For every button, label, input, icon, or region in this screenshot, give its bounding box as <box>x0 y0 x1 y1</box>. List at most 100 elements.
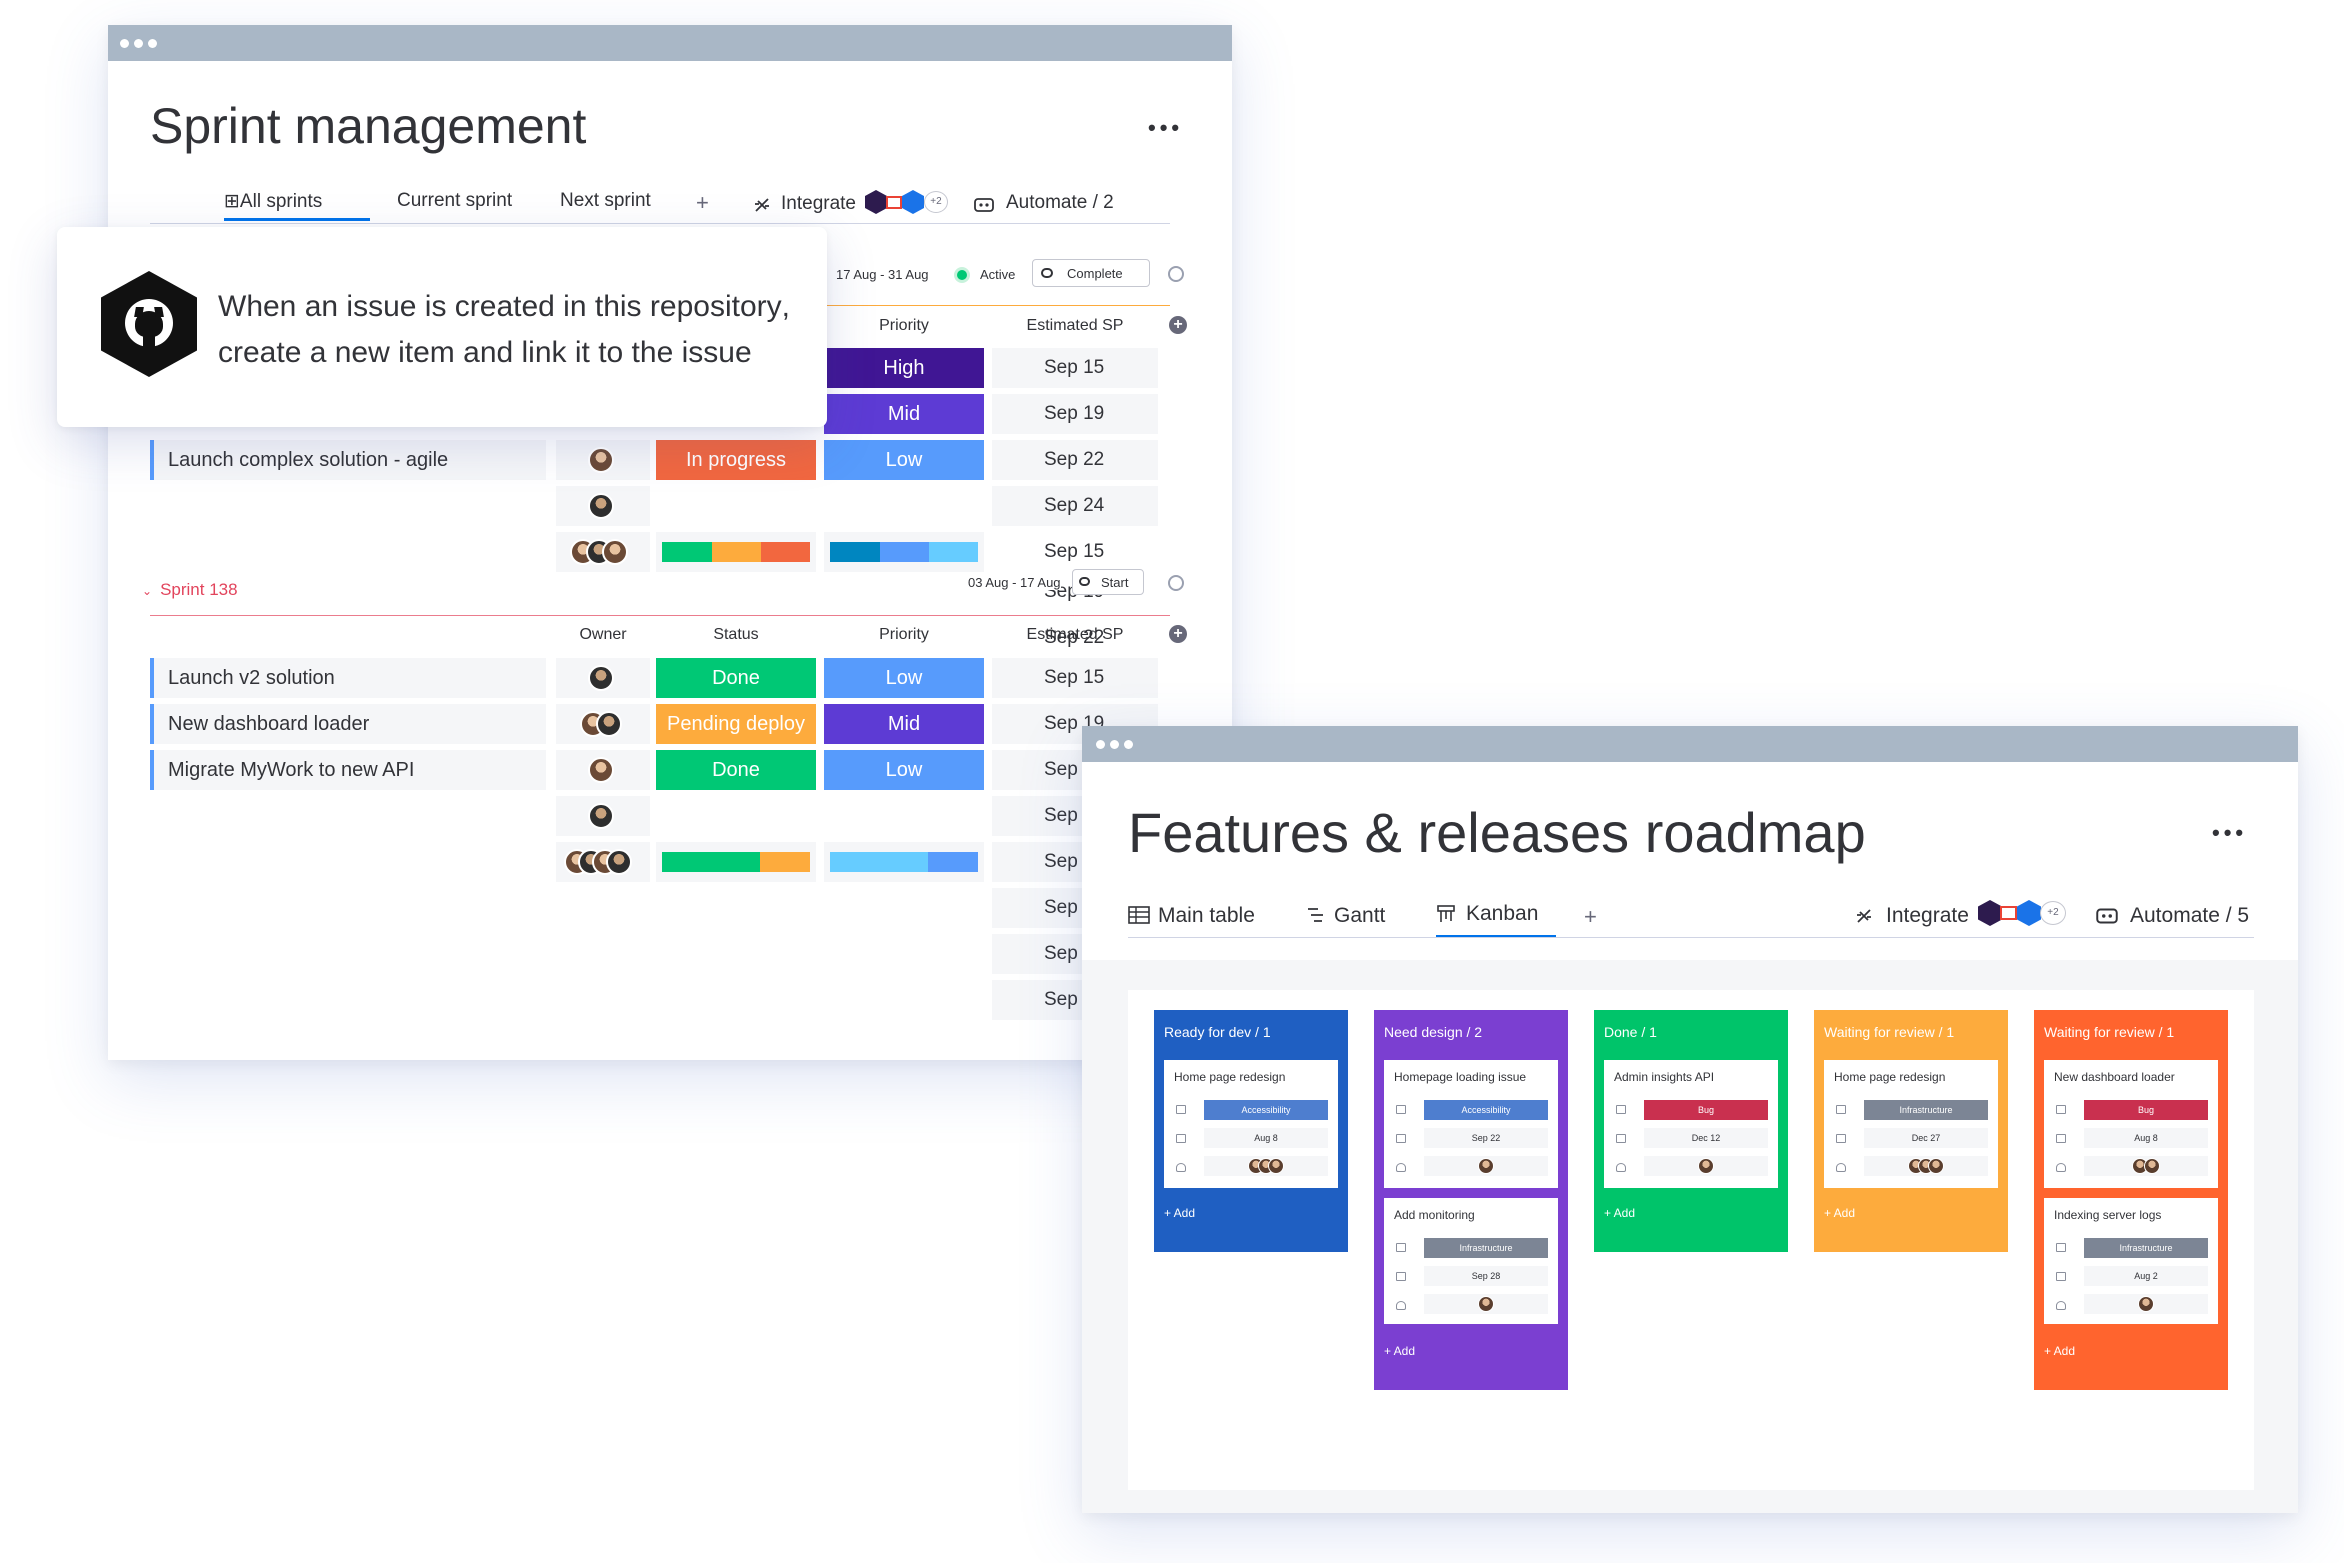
add-view-button[interactable]: + <box>696 190 709 216</box>
card-date[interactable]: Dec 12 <box>1644 1128 1768 1148</box>
tag-icon <box>1396 1243 1406 1252</box>
item-name[interactable]: Launch complex solution - agile <box>150 440 546 480</box>
integrations-count-badge[interactable]: +2 <box>924 191 948 213</box>
add-card-button[interactable]: + Add <box>1164 1206 1195 1220</box>
tab-all-sprints[interactable]: ⊞All sprints <box>224 190 322 213</box>
tab-next-sprint[interactable]: Next sprint <box>560 190 651 212</box>
card-date[interactable]: Sep 28 <box>1424 1266 1548 1286</box>
card-date[interactable]: Sep 22 <box>1424 1128 1548 1148</box>
more-options-icon[interactable]: ••• <box>1148 115 1183 141</box>
priority-mid[interactable]: Mid <box>824 394 984 434</box>
card-tag[interactable]: Accessibility <box>1424 1100 1548 1120</box>
add-card-button[interactable]: + Add <box>2044 1344 2075 1358</box>
priority-low[interactable]: Low <box>824 750 984 790</box>
window-dot <box>1096 740 1105 749</box>
summary-owner-cell <box>556 532 650 572</box>
automate-icon <box>974 198 994 212</box>
card-date[interactable]: Aug 8 <box>1204 1128 1328 1148</box>
card-owners[interactable] <box>2084 1294 2208 1314</box>
card-date[interactable]: Aug 2 <box>2084 1266 2208 1286</box>
add-card-button[interactable]: + Add <box>1824 1206 1855 1220</box>
kanban-column: Waiting for review / 1 Home page redesig… <box>1814 1010 2008 1252</box>
tag-icon <box>2056 1243 2066 1252</box>
card-tag[interactable]: Infrastructure <box>1864 1100 1988 1120</box>
kanban-card[interactable]: Admin insights API Bug Dec 12 <box>1604 1060 1778 1188</box>
add-card-button[interactable]: + Add <box>1384 1344 1415 1358</box>
estimated-sp-cell[interactable]: Sep 15 <box>992 532 1158 572</box>
status-pending-deploy[interactable]: Pending deploy <box>656 704 816 744</box>
sprint-138-group-header[interactable]: ⌄ Sprint 138 <box>142 580 238 600</box>
tab-current-sprint[interactable]: Current sprint <box>397 190 512 212</box>
integrate-button[interactable]: Integrate <box>1886 904 1969 928</box>
kanban-card[interactable]: Homepage loading issue Accessibility Sep… <box>1384 1060 1558 1188</box>
settings-gear-icon[interactable] <box>1168 575 1184 591</box>
estimated-sp-cell[interactable]: Sep 22 <box>992 440 1158 480</box>
gmail-icon <box>886 196 902 209</box>
avatar <box>588 493 614 519</box>
priority-mid[interactable]: Mid <box>824 704 984 744</box>
card-owners[interactable] <box>1644 1156 1768 1176</box>
automate-button[interactable]: Automate / 2 <box>1006 192 1114 214</box>
complete-sprint-button[interactable]: Complete <box>1032 259 1150 287</box>
estimated-sp-cell[interactable]: Sep 15 <box>992 658 1158 698</box>
card-owners[interactable] <box>1424 1294 1548 1314</box>
priority-low[interactable]: Low <box>824 440 984 480</box>
start-sprint-button[interactable]: Start <box>1072 569 1144 595</box>
priority-high[interactable]: High <box>824 348 984 388</box>
card-tag[interactable]: Accessibility <box>1204 1100 1328 1120</box>
add-column-icon[interactable]: + <box>1169 625 1187 643</box>
integrate-button[interactable]: Integrate <box>781 193 856 215</box>
card-owners[interactable] <box>2084 1156 2208 1176</box>
owner-cell[interactable] <box>556 796 650 836</box>
estimated-sp-cell[interactable]: Sep 15 <box>992 348 1158 388</box>
tooltip-text-part: , <box>781 290 790 323</box>
item-name[interactable]: Migrate MyWork to new API <box>150 750 546 790</box>
owner-cell[interactable] <box>556 486 650 526</box>
add-view-button[interactable]: + <box>1584 904 1597 930</box>
settings-gear-icon[interactable] <box>1168 266 1184 282</box>
status-in-progress[interactable]: In progress <box>656 440 816 480</box>
card-tag[interactable]: Bug <box>1644 1100 1768 1120</box>
estimated-sp-cell[interactable]: Sep 24 <box>992 486 1158 526</box>
card-tag[interactable]: Infrastructure <box>2084 1238 2208 1258</box>
kanban-column: Ready for dev / 1 Home page redesign Acc… <box>1154 1010 1348 1252</box>
tab-kanban[interactable]: Kanban <box>1466 902 1538 926</box>
card-owners[interactable] <box>1864 1156 1988 1176</box>
kanban-card[interactable]: New dashboard loader Bug Aug 8 <box>2044 1060 2218 1188</box>
owner-cell[interactable] <box>556 704 650 744</box>
kanban-column-title: Waiting for review / 1 <box>2044 1024 2175 1040</box>
tooltip-text: When an issue is created in this reposit… <box>218 284 790 376</box>
kanban-card[interactable]: Add monitoring Infrastructure Sep 28 <box>1384 1198 1558 1324</box>
card-owners[interactable] <box>1424 1156 1548 1176</box>
calendar-icon <box>1616 1134 1626 1143</box>
card-owners[interactable] <box>1204 1156 1328 1176</box>
kanban-card[interactable]: Home page redesign Accessibility Aug 8 <box>1164 1060 1338 1188</box>
status-done[interactable]: Done <box>656 750 816 790</box>
item-name[interactable]: New dashboard loader <box>150 704 546 744</box>
priority-low[interactable]: Low <box>824 658 984 698</box>
tabs-divider <box>1128 937 2254 938</box>
card-date[interactable]: Dec 27 <box>1864 1128 1988 1148</box>
more-options-icon[interactable]: ••• <box>2212 820 2247 846</box>
kanban-card[interactable]: Indexing server logs Infrastructure Aug … <box>2044 1198 2218 1324</box>
card-date[interactable]: Aug 8 <box>2084 1128 2208 1148</box>
owner-cell[interactable] <box>556 658 650 698</box>
owner-cell[interactable] <box>556 750 650 790</box>
priority-summary-bar <box>830 542 978 562</box>
card-tag[interactable]: Infrastructure <box>1424 1238 1548 1258</box>
tab-gantt[interactable]: Gantt <box>1334 904 1385 928</box>
estimated-sp-cell[interactable]: Sep 19 <box>992 394 1158 434</box>
card-tag[interactable]: Bug <box>2084 1100 2208 1120</box>
gmail-icon <box>2000 906 2017 920</box>
integrations-count-badge[interactable]: +2 <box>2040 901 2066 925</box>
item-name[interactable]: Launch v2 solution <box>150 658 546 698</box>
kanban-card[interactable]: Home page redesign Infrastructure Dec 27 <box>1824 1060 1998 1188</box>
tag-icon <box>1176 1105 1186 1114</box>
status-done[interactable]: Done <box>656 658 816 698</box>
owner-cell[interactable] <box>556 440 650 480</box>
tab-main-table[interactable]: Main table <box>1158 904 1255 928</box>
add-column-icon[interactable]: + <box>1169 316 1187 334</box>
add-card-button[interactable]: + Add <box>1604 1206 1635 1220</box>
automate-button[interactable]: Automate / 5 <box>2130 904 2249 928</box>
window-titlebar <box>108 25 1232 61</box>
